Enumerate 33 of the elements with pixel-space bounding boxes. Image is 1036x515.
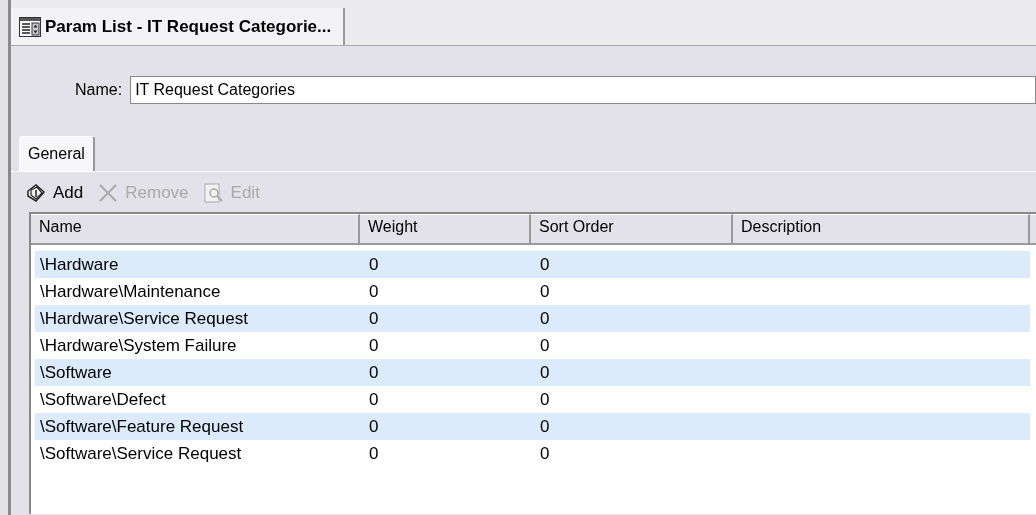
column-header[interactable]: Name — [31, 214, 360, 245]
table-cell-text: 0 — [539, 308, 551, 329]
column-header[interactable]: Weight — [360, 214, 531, 245]
add-button[interactable]: Add — [25, 182, 84, 204]
table-cell-text: 0 — [368, 416, 380, 437]
table-cell-text: \Software\Feature Request — [39, 416, 245, 437]
table-cell-text: 0 — [368, 443, 380, 464]
table-cell-text: 0 — [368, 389, 380, 410]
name-field[interactable]: IT Request Categories — [130, 76, 1036, 104]
table-cell-text: \Hardware\Maintenance — [39, 281, 222, 302]
table-cell-text: \Hardware\Service Request — [39, 308, 249, 329]
column-header[interactable]: Description — [733, 214, 1030, 245]
table-cell-text: \Software — [39, 362, 113, 383]
column-header[interactable]: Sort Order — [531, 214, 733, 245]
table-cell-text: 0 — [539, 416, 551, 437]
table-cell-text: 0 — [539, 362, 551, 383]
table-cell-text: 0 — [368, 308, 380, 329]
table-cell-text: 0 — [539, 335, 551, 356]
table-cell-text: 0 — [539, 254, 551, 275]
table-cell-text: 0 — [539, 389, 551, 410]
table-cell-text: 0 — [368, 281, 380, 302]
table-cell-text: 0 — [539, 443, 551, 464]
field-label: Name: — [75, 81, 123, 99]
tab[interactable]: General — [19, 136, 95, 171]
table-cell-text: \Software\Service Request — [39, 443, 243, 464]
table-cell-text: \Hardware\System Failure — [39, 335, 238, 356]
table-cell-text: 0 — [368, 335, 380, 356]
document-tab[interactable]: Param List - IT Request Categorie... — [11, 8, 346, 45]
table-cell-text: \Hardware — [39, 254, 120, 275]
table-cell-text: 0 — [539, 281, 551, 302]
table-cell-text: 0 — [368, 362, 380, 383]
table-cell-text: \Software\Defect — [39, 389, 167, 410]
table-cell-text: 0 — [368, 254, 380, 275]
